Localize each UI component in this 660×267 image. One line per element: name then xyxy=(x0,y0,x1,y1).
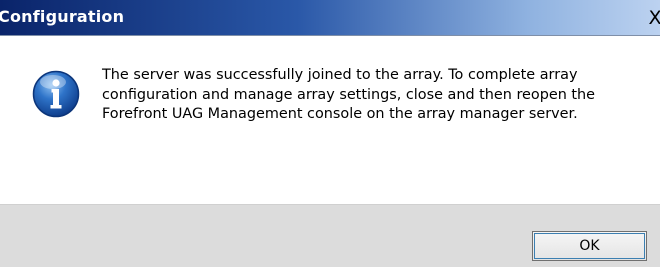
title-bar[interactable]: Configuration X xyxy=(0,0,660,36)
ok-button[interactable]: OK xyxy=(532,231,647,261)
information-icon xyxy=(32,70,80,118)
button-area: OK xyxy=(0,204,660,267)
dialog-body: The server was successfully joined to th… xyxy=(0,37,660,204)
close-icon: X xyxy=(648,7,660,29)
window-title: Configuration xyxy=(0,7,125,26)
dialog-message: The server was successfully joined to th… xyxy=(102,67,596,122)
close-button[interactable]: X xyxy=(643,6,660,30)
